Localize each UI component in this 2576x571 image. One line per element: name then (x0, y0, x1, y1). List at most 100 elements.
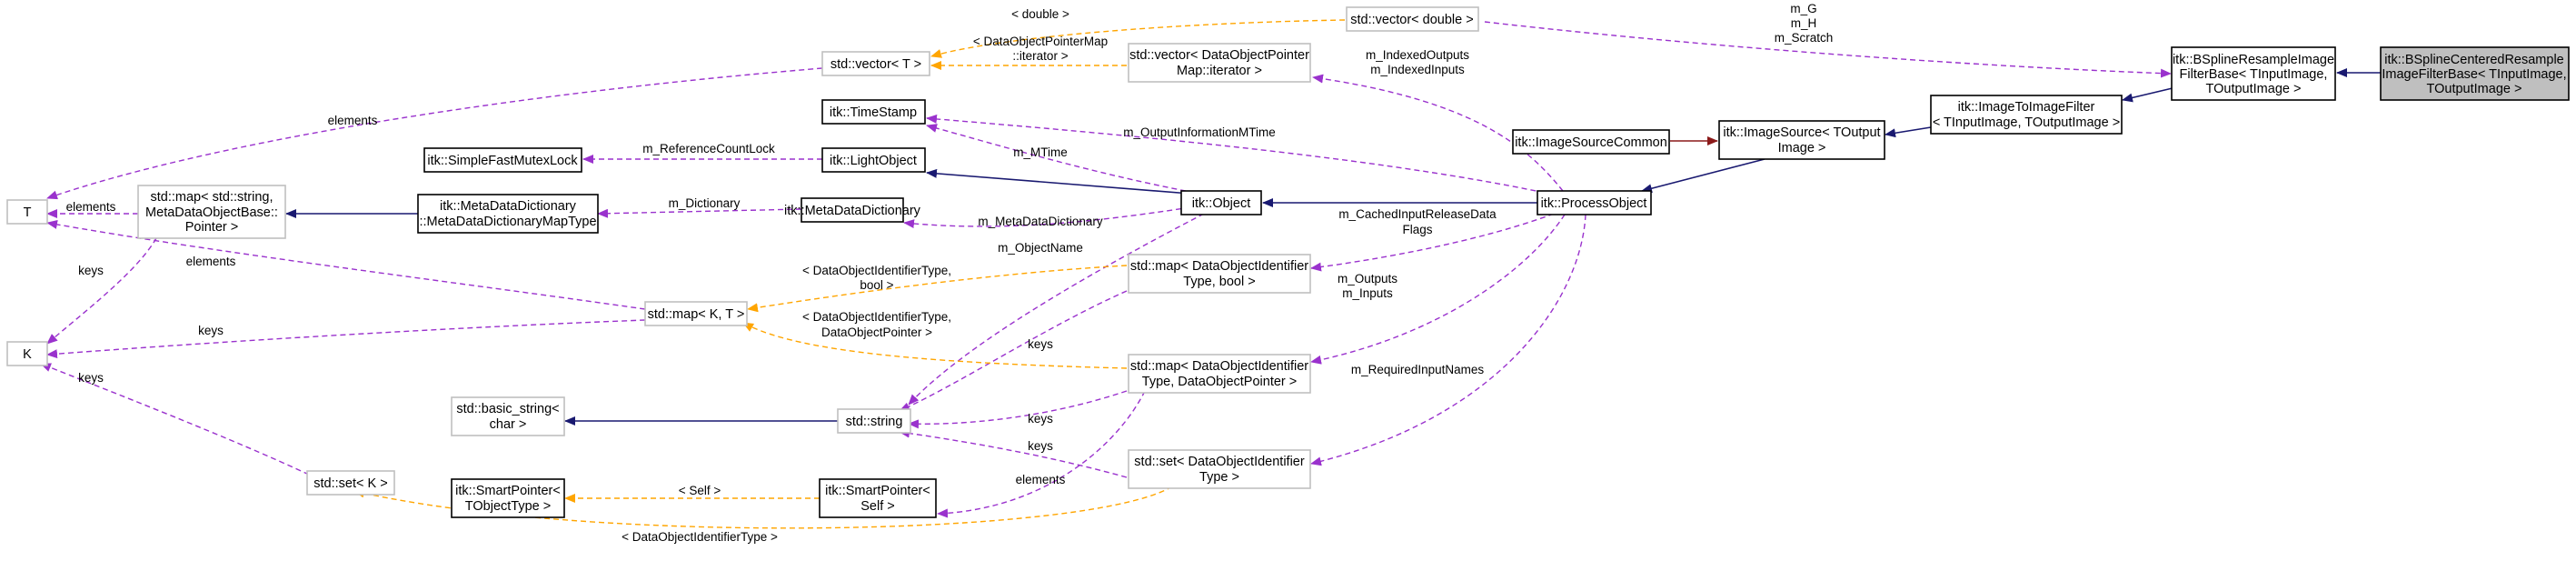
node-label-line: itk::ImageSourceCommon (1515, 135, 1667, 150)
node-std-map-dataobjectidentifiertype-dataobjectpointer[interactable]: std::map< DataObjectIdentifier Type, Dat… (1128, 354, 1311, 394)
node-label-line: itk::MetaDataDictionary (440, 199, 577, 214)
node-label-line: FilterBase< TInputImage, (2180, 67, 2328, 82)
node-light-object[interactable]: itk::LightObject (821, 147, 926, 173)
edge-stdvectorT-T (46, 67, 823, 200)
label-keys-mapdop: keys (1028, 412, 1053, 426)
label-m-objectname: m_ObjectName (998, 241, 1083, 255)
node-label-line: K (23, 347, 32, 362)
node-label-line: std::vector< double > (1350, 13, 1473, 27)
node-label-line: std::map< DataObjectIdentifier (1130, 359, 1308, 374)
node-bspline-centered-resample-image-filter-base[interactable]: itk::BSplineCenteredResample ImageFilter… (2380, 46, 2570, 101)
node-std-vector-dataobjectpointermap-iterator[interactable]: std::vector< DataObjectPointer Map::iter… (1128, 43, 1311, 83)
label-keys-setdoit: keys (1028, 439, 1053, 453)
node-meta-data-dictionary[interactable]: itk::MetaDataDictionary (784, 197, 921, 223)
node-label-line: itk::BSplineCenteredResample (2384, 53, 2563, 67)
node-label-line: Type > (1199, 470, 1239, 485)
node-std-map-k-t[interactable]: std::map< K, T > (644, 301, 748, 326)
label-doit-dop-2: DataObjectPointer > (821, 326, 932, 339)
edge-mapdop-string (908, 390, 1128, 429)
label-m-outputinformationmtime: m_OutputInformationMTime (1123, 125, 1276, 139)
node-label-line: itk::TimeStamp (830, 105, 917, 120)
label-dopm-tpl-2: ::iterator > (1012, 49, 1068, 63)
node-label-line: < TInputImage, TOutputImage > (1933, 115, 2120, 130)
node-label-line: itk::LightObject (830, 154, 917, 168)
label-double-tpl: < double > (1011, 7, 1069, 21)
label-m-mtime: m_MTime (1013, 145, 1068, 159)
node-label-line: std::basic_string< (456, 402, 559, 416)
node-smart-pointer-tobjecttype[interactable]: itk::SmartPointer< TObjectType > (451, 478, 565, 518)
label-m-requiredinputnames: m_RequiredInputNames (1351, 363, 1485, 376)
node-simple-fast-mutex-lock[interactable]: itk::SimpleFastMutexLock (423, 147, 582, 173)
label-keys-map: keys (78, 264, 104, 277)
node-label-line: std::map< K, T > (648, 307, 745, 322)
label-keys-mapkt: keys (198, 324, 224, 337)
node-label-line: TOutputImage > (2206, 82, 2302, 96)
node-label-line: itk::MetaDataDictionary (784, 204, 921, 218)
node-t[interactable]: T (6, 199, 48, 225)
node-label-line: itk::Object (1192, 196, 1250, 211)
label-keys-mapbool: keys (1028, 337, 1053, 351)
node-meta-data-dictionary-map-type[interactable]: itk::MetaDataDictionary ::MetaDataDictio… (417, 194, 599, 234)
node-label-line: itk::SmartPointer< (825, 484, 930, 498)
node-label-line: std::vector< T > (830, 57, 921, 72)
label-m-referencecountlock: m_ReferenceCountLock (642, 142, 775, 155)
label-self-tpl: < Self > (679, 484, 721, 497)
node-label-line: std::map< std::string, (151, 190, 274, 205)
node-label-line: Type, DataObjectPointer > (1142, 375, 1297, 389)
label-m-g: m_G (1790, 2, 1816, 15)
node-label-line: Map::iterator > (1177, 64, 1262, 78)
node-image-source[interactable]: itk::ImageSource< TOutput Image > (1718, 120, 1885, 160)
node-label-line: itk::SmartPointer< (455, 484, 561, 498)
edge-object-lightobject (926, 168, 1191, 195)
node-std-vector-t[interactable]: std::vector< T > (821, 51, 930, 76)
node-label-line: itk::ImageSource< TOutput (1723, 125, 1880, 140)
node-k[interactable]: K (6, 341, 48, 366)
node-std-basic-string-char[interactable]: std::basic_string< char > (451, 396, 565, 436)
label-elements-vec: elements (328, 114, 378, 127)
node-label-line: itk::SimpleFastMutexLock (427, 154, 578, 168)
node-label-line: std::string (846, 415, 903, 429)
node-process-object[interactable]: itk::ProcessObject (1537, 190, 1652, 215)
node-label-line: itk::ProcessObject (1541, 196, 1647, 211)
edge-imagetoimage-imagesource (1885, 126, 1932, 138)
label-m-dictionary: m_Dictionary (669, 196, 741, 210)
edge-stdmapstring-K (46, 237, 157, 345)
node-label-line: TOutputImage > (2427, 82, 2522, 96)
node-std-vector-double[interactable]: std::vector< double > (1346, 6, 1479, 32)
edge-processobject-setdoit (1310, 214, 1586, 466)
edge-mapdop-mapKT (742, 322, 1128, 369)
edge-mapKT-K (46, 319, 646, 359)
node-std-map-dataobjectidentifiertype-bool[interactable]: std::map< DataObjectIdentifier Type, boo… (1128, 254, 1311, 294)
node-label-line: std::set< DataObjectIdentifier (1134, 455, 1305, 469)
node-label-line: std::vector< DataObjectPointer (1129, 48, 1309, 63)
node-object[interactable]: itk::Object (1180, 190, 1262, 215)
label-doit-bool-2: bool > (860, 278, 893, 292)
node-std-set-dataobjectidentifiertype[interactable]: std::set< DataObjectIdentifier Type > (1128, 449, 1311, 489)
edge-processobject-mapbool (1310, 213, 1555, 272)
label-m-cachedinputreleasedataflags-1: m_CachedInputReleaseData (1338, 207, 1497, 221)
label-m-metadatadictionary: m_MetaDataDictionary (978, 215, 1103, 228)
node-bspline-resample-image-filter-base[interactable]: itk::BSplineResampleImage FilterBase< TI… (2171, 46, 2336, 101)
node-label-line: MetaDataObjectBase:: (145, 205, 278, 220)
node-time-stamp[interactable]: itk::TimeStamp (821, 99, 926, 125)
node-image-to-image-filter[interactable]: itk::ImageToImageFilter < TInputImage, T… (1930, 95, 2123, 135)
label-doit-bool-1: < DataObjectIdentifierType, (802, 264, 951, 277)
collaboration-diagram: m_G m_H m_Scratch < double > < DataObjec… (6, 2, 2570, 544)
node-label-line: TObjectType > (465, 499, 551, 514)
node-label-line: itk::ImageToImageFilter (1958, 100, 2095, 115)
edge-labels: m_G m_H m_Scratch < double > < DataObjec… (66, 2, 1834, 544)
node-smart-pointer-self[interactable]: itk::SmartPointer< Self > (819, 478, 937, 518)
label-keys-setk: keys (78, 371, 104, 385)
label-m-cachedinputreleasedataflags-2: Flags (1402, 223, 1432, 236)
node-std-map-string-metadataobjectbase[interactable]: std::map< std::string, MetaDataObjectBas… (137, 185, 286, 239)
edge-resamplebase-imagetoimage (2122, 86, 2177, 103)
label-m-inputs: m_Inputs (1342, 286, 1393, 300)
node-std-set-k[interactable]: std::set< K > (306, 470, 395, 496)
node-std-string[interactable]: std::string (837, 408, 911, 434)
label-m-indexedinputs: m_IndexedInputs (1370, 63, 1465, 76)
node-image-source-common[interactable]: itk::ImageSourceCommon (1512, 129, 1670, 155)
label-m-h: m_H (1791, 16, 1817, 30)
node-label-line: std::map< DataObjectIdentifier (1130, 259, 1308, 274)
node-label-line: Image > (1778, 141, 1826, 155)
node-label-line: T (24, 205, 32, 220)
